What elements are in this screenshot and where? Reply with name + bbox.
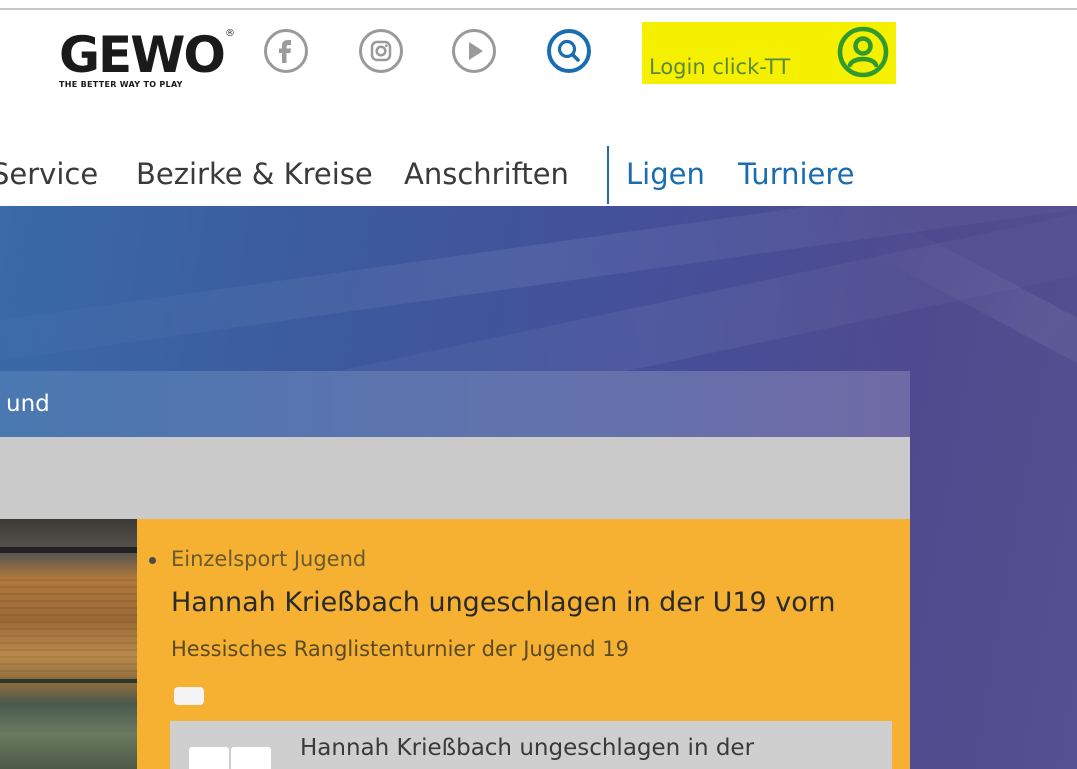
logo-registered-mark: ® (225, 28, 235, 39)
sub-card-button-right[interactable] (231, 747, 271, 769)
nav-item-bezirke-kreise[interactable]: Bezirke & Kreise (136, 160, 373, 189)
sub-card-text[interactable]: Hannah Krießbach ungeschlagen in der (300, 735, 754, 761)
logo-tagline: THE BETTER WAY TO PLAY (59, 80, 183, 89)
panel-header: und (0, 371, 910, 437)
login-click-tt-button[interactable]: Login click-TT (642, 22, 896, 84)
tag-pill[interactable] (174, 687, 204, 705)
sub-card-button-left[interactable] (189, 747, 229, 769)
bullet-dot (149, 557, 156, 564)
news-category[interactable]: Einzelsport Jugend (171, 547, 366, 571)
search-icon[interactable] (547, 29, 591, 73)
news-title[interactable]: Hannah Krießbach ungeschlagen in der U19… (171, 587, 836, 618)
nav-item-service[interactable]: Service (0, 160, 98, 189)
top-border (0, 8, 1077, 10)
user-circle-icon (837, 26, 889, 78)
instagram-icon[interactable] (359, 29, 403, 73)
nav-item-anschriften[interactable]: Anschriften (404, 160, 569, 189)
panel-filter-bar (0, 437, 910, 519)
news-teaser[interactable]: Einzelsport Jugend Hannah Krießbach unge… (137, 519, 910, 769)
play-icon[interactable] (452, 29, 496, 73)
nav-item-turniere[interactable]: Turniere (738, 160, 855, 189)
login-label: Login click-TT (649, 55, 791, 79)
hero-banner: und Einzelsport Jugend Hannah Krießbach … (0, 206, 1077, 769)
nav-divider (607, 146, 609, 204)
news-sub-card[interactable]: Hannah Krießbach ungeschlagen in der (170, 721, 892, 769)
news-subtitle: Hessisches Ranglistenturnier der Jugend … (171, 637, 630, 661)
gewo-logo[interactable]: GEWO ® THE BETTER WAY TO PLAY (55, 28, 245, 98)
panel-heading: und (6, 391, 50, 417)
news-image[interactable] (0, 519, 137, 769)
facebook-icon[interactable] (264, 29, 308, 73)
logo-wordmark: GEWO (59, 26, 226, 84)
nav-item-ligen[interactable]: Ligen (626, 160, 705, 189)
